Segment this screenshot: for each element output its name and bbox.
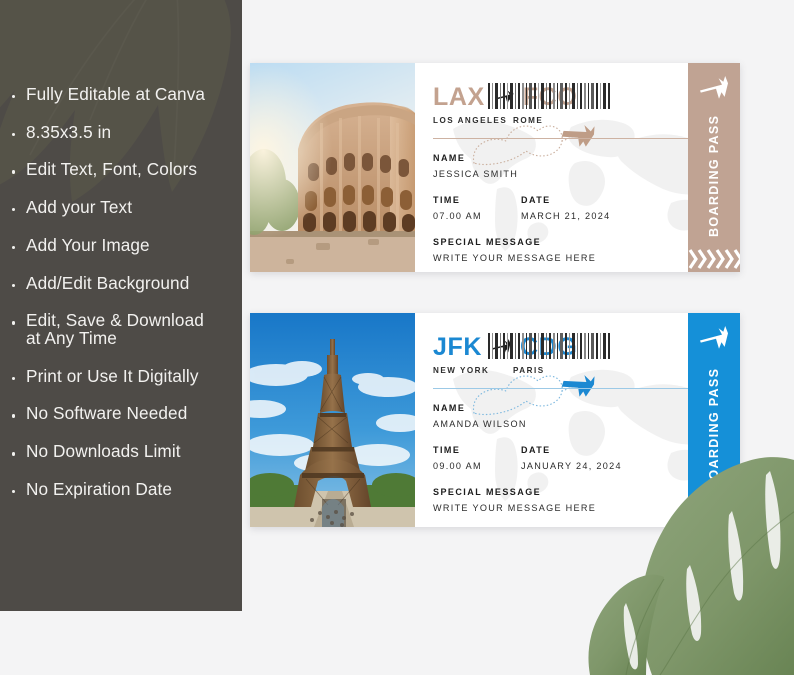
date-block: DATE MARCH 21, 2024 [521,195,610,221]
time-value: 09.00 AM [433,461,482,471]
bullet-icon [12,452,16,456]
list-item: Edit Text, Font, Colors [0,161,242,179]
list-item: Edit, Save & Download at Any Time [0,312,242,347]
time-value: 07.00 AM [433,211,482,221]
bullet-icon [12,94,16,99]
feature-text: No Software Needed [26,403,188,424]
list-item: Add/Edit Background [0,272,242,293]
airplane-icon [699,326,729,350]
time-block: TIME 09.00 AM [433,445,521,471]
list-item: Fully Editable at Canva [0,84,242,104]
list-item: Add your Text [0,197,242,218]
date-value: MARCH 21, 2024 [521,211,611,221]
feature-text: No Expiration Date [26,478,173,499]
bullet-icon [12,414,16,418]
special-message-label: SPECIAL MESSAGE [433,237,542,247]
city-row: NEW YORK PARIS [433,366,688,375]
destination-city: ROME [513,116,544,125]
field-group: NAME JESSICA SMITH TIME 07.00 AM DATE MA… [433,153,688,263]
list-item: No Expiration Date [0,478,242,499]
time-date-row: TIME 07.00 AM DATE MARCH 21, 2024 [433,195,688,221]
list-item: Print or Use It Digitally [0,365,242,386]
destination-photo-colosseum [250,63,415,272]
barcode [488,333,610,359]
time-block: TIME 07.00 AM [433,195,521,221]
date-label: DATE [521,445,551,455]
list-item: Add Your Image [0,234,242,255]
bullet-icon [12,321,16,325]
feature-text: No Downloads Limit [26,441,181,462]
list-item: No Software Needed [0,405,242,423]
boarding-pass-ticket: JFK CDG NEW YORK PARIS NAME AMANDA WILSO… [250,313,740,527]
origin-city: LOS ANGELES [433,116,508,125]
feature-text: Edit Text, Font, Colors [26,159,198,180]
date-label: DATE [521,195,551,205]
feature-text: 8.35x3.5 in [26,121,112,142]
list-item: No Downloads Limit [0,441,242,462]
feature-text: Add your Text [26,197,133,218]
barcode [488,83,610,109]
feature-panel: Fully Editable at Canva 8.35x3.5 in Edit… [0,0,242,611]
feature-text: Fully Editable at Canva [26,84,206,104]
list-item: 8.35x3.5 in [0,121,242,142]
date-block: DATE JANUARY 24, 2024 [521,445,622,471]
bullet-icon [12,132,16,137]
bullet-icon [12,283,16,287]
destination-city: PARIS [513,366,545,375]
ticket-details: JFK CDG NEW YORK PARIS NAME AMANDA WILSO… [415,313,688,527]
divider [433,138,688,139]
special-message-label: SPECIAL MESSAGE [433,487,542,497]
bullet-icon [12,208,16,212]
origin-airport-code: JFK [433,333,483,361]
field-group: NAME AMANDA WILSON TIME 09.00 AM DATE JA… [433,403,688,513]
ticket-stub: BOARDING PASS [688,313,740,527]
city-row: LOS ANGELES ROME [433,116,688,125]
ticket-details: LAX FCO LOS ANGELES ROME NAME JESSICA SM… [415,63,688,272]
special-message-value: WRITE YOUR MESSAGE HERE [433,253,597,263]
message-block: SPECIAL MESSAGE WRITE YOUR MESSAGE HERE [433,487,688,513]
name-value: JESSICA SMITH [433,169,519,179]
date-value: JANUARY 24, 2024 [521,461,622,471]
bullet-icon [12,245,16,250]
stub-label: BOARDING PASS [707,367,721,490]
feature-text: Add Your Image [26,234,150,255]
bullet-icon [12,170,16,174]
feature-list: Fully Editable at Canva 8.35x3.5 in Edit… [0,84,242,519]
message-block: SPECIAL MESSAGE WRITE YOUR MESSAGE HERE [433,237,688,263]
name-label: NAME [433,403,466,413]
time-label: TIME [433,445,461,455]
name-value: AMANDA WILSON [433,419,527,429]
chevron-pattern-icon [688,501,740,527]
bullet-icon [12,489,16,494]
feature-text: Edit, Save & Download at Any Time [26,310,204,349]
airplane-icon [699,76,729,100]
name-label: NAME [433,153,466,163]
feature-text: Print or Use It Digitally [26,365,199,386]
origin-airport-code: LAX [433,83,485,111]
stub-label: BOARDING PASS [707,114,721,238]
ticket-stub: BOARDING PASS [688,63,740,272]
chevron-pattern-icon [688,246,740,272]
bullet-icon [12,376,16,381]
boarding-pass-ticket: LAX FCO LOS ANGELES ROME NAME JESSICA SM… [250,63,740,272]
origin-city: NEW YORK [433,366,490,375]
divider [433,388,688,389]
time-date-row: TIME 09.00 AM DATE JANUARY 24, 2024 [433,445,688,471]
destination-photo-eiffel-tower [250,313,415,527]
special-message-value: WRITE YOUR MESSAGE HERE [433,503,597,513]
time-label: TIME [433,195,461,205]
feature-text: Add/Edit Background [26,272,190,293]
